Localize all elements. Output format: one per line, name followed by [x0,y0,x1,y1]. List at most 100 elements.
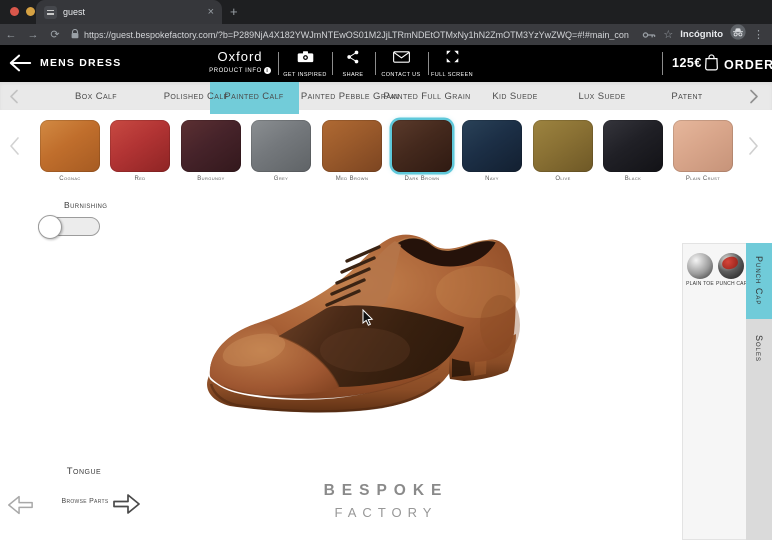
leather-scroll-left-icon[interactable] [9,89,19,104]
back-button[interactable] [6,51,34,75]
contact-us-button[interactable]: CONTACT US [376,50,426,78]
site-header: MENS DRESS Oxford PRODUCT INFO i GET INS… [0,45,772,82]
collection-title: MENS DRESS [40,57,121,69]
leather-tab-kid-suede[interactable]: Kid Suede [492,82,537,110]
toe-style-panel: PLAIN TOE PUNCH CAP [682,243,746,540]
leather-tab-polished-calf[interactable]: Polished Calf [164,82,229,110]
plain-toe-label: PLAIN TOE [685,281,715,287]
swatch-navy[interactable] [462,120,522,172]
brand-logo: BESPOKE FACTORY [286,482,486,520]
product-info-button[interactable]: PRODUCT INFO i [200,67,280,74]
swatch-scroll-left-icon[interactable] [8,136,20,156]
minimize-window-button[interactable] [26,7,35,16]
side-tab-column: Punch Cap Soles [746,243,772,540]
current-part-label: Tongue [42,466,126,477]
model-block: Oxford PRODUCT INFO i [200,49,280,74]
leather-scroll-right-icon[interactable] [749,89,759,104]
option-punch-cap[interactable]: PUNCH CAP [716,253,746,287]
browser-menu-icon[interactable]: ⋮ [753,28,764,41]
leather-tab-painted-full-grain[interactable]: Painted Full Grain [383,82,470,110]
swatch-label: Burgundy [171,176,251,182]
swatch-label: Med Brown [312,176,392,182]
swatch-cognac[interactable] [40,120,100,172]
swatch-scroll-right-icon[interactable] [748,136,760,156]
model-name: Oxford [200,49,280,64]
tab-title: guest [63,7,202,17]
shopping-bag-icon [704,53,719,76]
swatch-red[interactable] [110,120,170,172]
lock-icon[interactable] [66,26,84,44]
burnishing-toggle[interactable] [38,217,100,236]
back-nav-icon[interactable]: ← [0,29,22,41]
swatch-black[interactable] [603,120,663,172]
leather-tab-lux-suede[interactable]: Lux Suede [578,82,625,110]
tab-soles[interactable]: Soles [746,319,772,409]
product-info-label: PRODUCT INFO [209,68,262,74]
envelope-icon [393,50,410,68]
punch-cap-label: PUNCH CAP [716,281,746,287]
swatch-label: Dark Brown [382,176,462,182]
forward-nav-icon[interactable]: → [22,29,44,41]
tab-soles-label: Soles [754,335,764,409]
app-window: guest × + ← → ⟳ https://guest.bespokefac… [0,0,772,540]
close-tab-icon[interactable]: × [208,7,214,18]
swatch-label: Grey [241,176,321,182]
tab-punch-cap-label: Punch Cap [754,256,764,305]
swatch-grey[interactable] [251,120,311,172]
full-screen-button[interactable]: FULL SCREEN [429,50,475,78]
leather-type-strip: Box Calf Polished Calf Painted Calf Pain… [0,82,772,110]
close-window-button[interactable] [10,7,19,16]
browse-parts-next-button[interactable] [112,489,142,519]
get-inspired-label: GET INSPIRED [283,72,327,78]
logo-line2: FACTORY [286,505,486,520]
reload-icon[interactable]: ⟳ [44,28,66,41]
shoe-viewport[interactable] [180,230,600,430]
order-label: ORDER [724,58,772,72]
order-button[interactable]: ORDER [704,53,772,76]
swatch-olive[interactable] [533,120,593,172]
swatch-label: Navy [452,176,532,182]
punch-cap-sphere-icon [718,253,744,279]
share-label: SHARE [343,72,364,78]
swatch-label: Plain Crust [663,176,743,182]
url-bar[interactable]: https://guest.bespokefactory.com/?b=P289… [84,30,629,40]
price-label: 125€ [672,56,702,70]
bookmark-star-icon[interactable]: ☆ [663,28,673,41]
site-favicon-icon [44,6,57,19]
swatch-med-brown[interactable] [322,120,382,172]
fullscreen-icon [446,50,459,68]
browse-parts-prev-button[interactable] [6,491,34,519]
swatch-label: Black [593,176,673,182]
swatch-plain-crust[interactable] [673,120,733,172]
leather-tab-patent[interactable]: Patent [671,82,702,110]
password-key-icon[interactable] [642,26,656,44]
get-inspired-button[interactable]: GET INSPIRED [279,50,331,78]
burnishing-label: Burnishing [64,200,107,210]
browser-toolbar: ← → ⟳ https://guest.bespokefactory.com/?… [0,24,772,45]
browser-tabstrip: guest × + [0,0,772,24]
header-divider [662,52,663,75]
swatch-label: Cognac [30,176,110,182]
shoe-render [180,230,600,430]
info-icon: i [264,67,271,74]
new-tab-button[interactable]: + [230,4,238,19]
leather-tab-box-calf[interactable]: Box Calf [75,82,117,110]
share-button[interactable]: SHARE [333,50,373,78]
logo-line1: BESPOKE [286,482,486,500]
browser-tab[interactable]: guest × [36,0,222,24]
camera-icon [297,50,314,68]
leather-tab-painted-calf[interactable]: Painted Calf [224,82,283,110]
contact-us-label: CONTACT US [381,72,420,78]
browse-parts-label: Browse Parts [52,498,118,505]
swatch-label: Olive [523,176,603,182]
full-screen-label: FULL SCREEN [431,72,473,78]
swatch-dark-brown[interactable] [392,120,452,172]
swatch-burgundy[interactable] [181,120,241,172]
swatch-label: Red [100,176,180,182]
toggle-knob[interactable] [38,215,62,239]
tab-punch-cap[interactable]: Punch Cap [746,243,772,319]
option-plain-toe[interactable]: PLAIN TOE [685,253,715,287]
plain-toe-sphere-icon [687,253,713,279]
share-icon [346,50,360,69]
incognito-badge-icon [730,24,746,45]
